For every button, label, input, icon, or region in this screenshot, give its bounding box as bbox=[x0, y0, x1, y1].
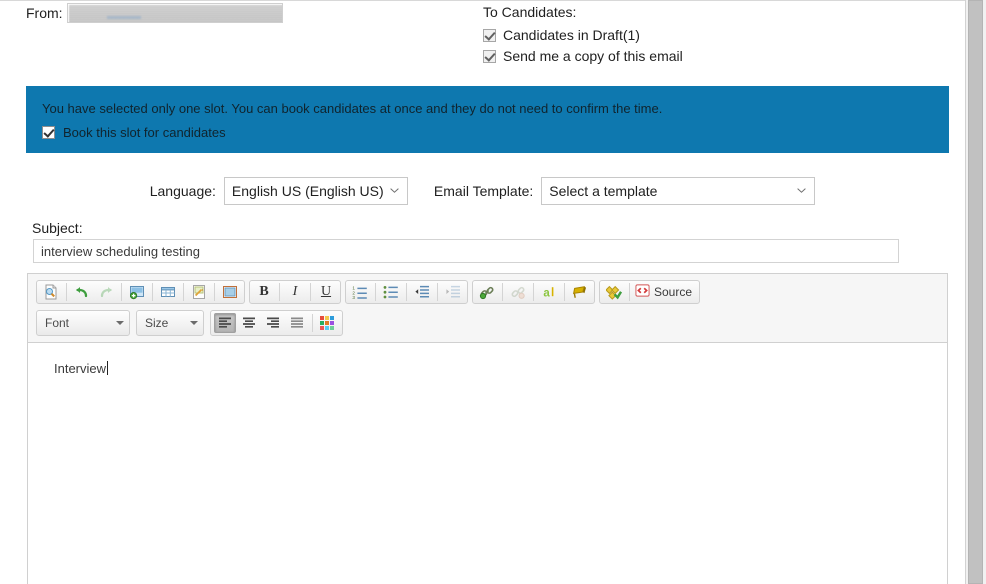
editor-toolbar-row-1: B I U 1 2 3 a Source bbox=[36, 279, 943, 305]
email-template-label: Email Template: bbox=[433, 183, 534, 199]
page-scrollbar[interactable] bbox=[965, 0, 986, 584]
toolbar-separator bbox=[502, 283, 503, 301]
toolbar-separator bbox=[629, 283, 630, 301]
book-slot-checkbox[interactable] bbox=[42, 126, 55, 139]
align-right-icon[interactable] bbox=[262, 313, 284, 333]
chevron-down-icon bbox=[390, 188, 399, 193]
text-color-icon[interactable] bbox=[317, 313, 339, 333]
justify-icon[interactable] bbox=[286, 313, 308, 333]
editor-toolbar-row-2: Font Size bbox=[36, 309, 943, 337]
page-scrollbar-thumb[interactable] bbox=[968, 0, 983, 584]
unlink-icon[interactable] bbox=[507, 282, 529, 302]
book-slot-label: Book this slot for candidates bbox=[63, 125, 226, 140]
send-me-copy-row[interactable]: Send me a copy of this email bbox=[483, 46, 683, 66]
text-cursor bbox=[107, 361, 109, 375]
from-row: From: bbox=[26, 3, 283, 23]
toolbar-group-basic-styles: B I U bbox=[249, 280, 341, 304]
candidates-in-draft-row[interactable]: Candidates in Draft(1) bbox=[483, 25, 683, 45]
toolbar-group-paragraph: 1 2 3 bbox=[345, 280, 468, 304]
book-slot-row[interactable]: Book this slot for candidates bbox=[42, 125, 949, 140]
language-template-row: Language: English US (English US) Email … bbox=[0, 177, 965, 205]
source-code-icon bbox=[635, 283, 650, 301]
underline-icon[interactable]: U bbox=[315, 282, 337, 302]
toolbar-group-document bbox=[36, 280, 245, 304]
toolbar-separator bbox=[375, 283, 376, 301]
language-label: Language: bbox=[149, 183, 216, 199]
language-selected-value: English US (English US) bbox=[231, 183, 384, 199]
subject-label: Subject: bbox=[32, 220, 83, 236]
toolbar-separator bbox=[214, 283, 215, 301]
toolbar-group-alignment bbox=[210, 310, 343, 336]
caret-down-icon bbox=[190, 321, 198, 325]
redo-icon[interactable] bbox=[95, 282, 117, 302]
email-compose-page: From: To Candidates: Candidates in Draft… bbox=[0, 0, 965, 584]
toolbar-separator bbox=[152, 283, 153, 301]
caret-down-icon bbox=[116, 321, 124, 325]
rich-text-editor: B I U 1 2 3 a Source Font Size Interview bbox=[27, 273, 948, 584]
editor-body-text: Interview bbox=[54, 361, 107, 376]
underline-glyph: U bbox=[320, 284, 332, 299]
font-size-label: Size bbox=[145, 316, 169, 330]
candidates-in-draft-checkbox[interactable] bbox=[483, 28, 496, 42]
text-color-swatches bbox=[320, 316, 334, 330]
toolbar-separator bbox=[564, 283, 565, 301]
bold-glyph: B bbox=[259, 284, 269, 299]
send-me-copy-label: Send me a copy of this email bbox=[503, 48, 683, 64]
source-button[interactable]: Source bbox=[633, 282, 697, 302]
bold-icon[interactable]: B bbox=[253, 282, 275, 302]
toolbar-separator bbox=[437, 283, 438, 301]
editor-body[interactable]: Interview bbox=[28, 342, 947, 584]
toolbar-group-links: a bbox=[472, 280, 595, 304]
spellcheck-icon[interactable] bbox=[603, 282, 625, 302]
anchor-icon[interactable]: a bbox=[538, 282, 560, 302]
toolbar-separator bbox=[533, 283, 534, 301]
toolbar-separator bbox=[279, 283, 280, 301]
language-select[interactable]: English US (English US) bbox=[223, 177, 408, 205]
svg-text:3: 3 bbox=[352, 295, 355, 300]
from-input[interactable] bbox=[66, 3, 283, 23]
table-icon[interactable] bbox=[157, 282, 179, 302]
font-size-combo[interactable]: Size bbox=[136, 310, 204, 336]
to-candidates-label: To Candidates: bbox=[483, 4, 577, 20]
toolbar-separator bbox=[121, 283, 122, 301]
single-slot-banner-message: You have selected only one slot. You can… bbox=[42, 101, 663, 116]
toolbar-separator bbox=[183, 283, 184, 301]
candidates-in-draft-label: Candidates in Draft(1) bbox=[503, 27, 640, 43]
toolbar-separator bbox=[312, 314, 313, 332]
toolbar-separator bbox=[406, 283, 407, 301]
decrease-indent-icon[interactable] bbox=[411, 282, 433, 302]
redacted-sender-value bbox=[68, 5, 282, 22]
single-slot-banner: You have selected only one slot. You can… bbox=[26, 86, 949, 153]
toolbar-separator bbox=[310, 283, 311, 301]
source-button-label: Source bbox=[654, 285, 693, 299]
font-family-combo[interactable]: Font bbox=[36, 310, 130, 336]
from-label: From: bbox=[26, 5, 63, 21]
templates-icon[interactable] bbox=[40, 282, 62, 302]
toolbar-group-tools: Source bbox=[599, 280, 701, 304]
flag-icon[interactable] bbox=[569, 282, 591, 302]
undo-icon[interactable] bbox=[71, 282, 93, 302]
svg-text:a: a bbox=[543, 287, 550, 299]
numbered-list-icon[interactable]: 1 2 3 bbox=[349, 282, 371, 302]
iframe-icon[interactable] bbox=[219, 282, 241, 302]
italic-icon[interactable]: I bbox=[284, 282, 306, 302]
link-icon[interactable] bbox=[476, 282, 498, 302]
page-break-icon[interactable] bbox=[188, 282, 210, 302]
chevron-down-icon bbox=[797, 188, 807, 193]
align-center-icon[interactable] bbox=[238, 313, 260, 333]
align-left-icon[interactable] bbox=[214, 313, 236, 333]
increase-indent-icon[interactable] bbox=[442, 282, 464, 302]
toolbar-separator bbox=[66, 283, 67, 301]
editor-toolbar: B I U 1 2 3 a Source Font Size bbox=[28, 274, 947, 337]
email-template-select[interactable]: Select a template bbox=[541, 177, 816, 205]
recipients-header: From: To Candidates: Candidates in Draft… bbox=[0, 1, 965, 73]
bulleted-list-icon[interactable] bbox=[380, 282, 402, 302]
font-family-label: Font bbox=[45, 316, 70, 330]
to-candidates-group: To Candidates: Candidates in Draft(1) Se… bbox=[483, 3, 683, 67]
send-me-copy-checkbox[interactable] bbox=[483, 49, 496, 63]
subject-input[interactable] bbox=[33, 239, 899, 263]
image-icon[interactable] bbox=[126, 282, 148, 302]
email-template-selected-value: Select a template bbox=[549, 183, 658, 199]
italic-glyph: I bbox=[292, 284, 298, 299]
